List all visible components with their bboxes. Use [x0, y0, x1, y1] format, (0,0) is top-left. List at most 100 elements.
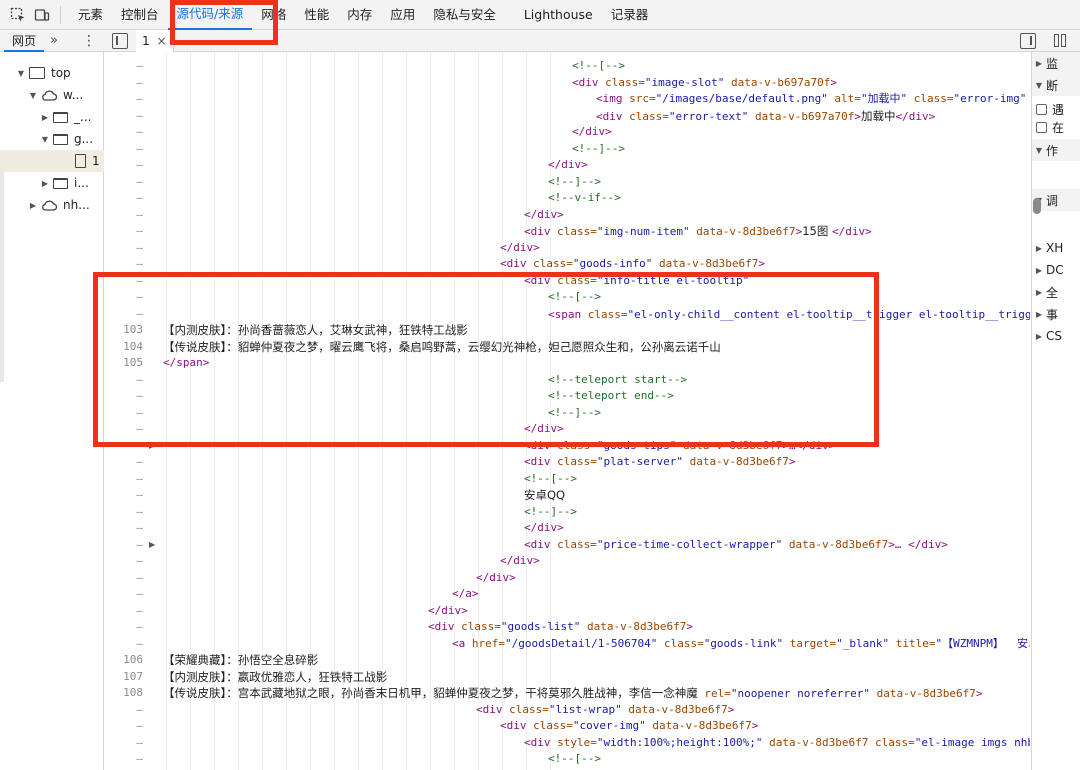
code-line: <!--]-->	[524, 504, 577, 521]
collapse-arrow-icon[interactable]: ▶	[40, 113, 50, 122]
sidebar-row[interactable]: ▶ 监	[1032, 52, 1080, 74]
code-token: class=	[461, 620, 501, 633]
sidebar-row[interactable]: ▶ DC	[1032, 259, 1080, 281]
panel-tab-5[interactable]: 内存	[338, 0, 381, 30]
code-token: <img	[596, 92, 630, 105]
collapse-arrow-icon[interactable]: ▶	[1032, 244, 1046, 253]
code-token: src=	[629, 92, 656, 105]
code-token: 【内测皮肤】：嬴政优雅恋人，狂铁特工战影	[163, 669, 388, 684]
code-token: class=	[657, 636, 704, 650]
code-token: data-v-8d3be6f7	[621, 702, 728, 716]
panel-tab-7[interactable]: 隐私与安全	[424, 0, 505, 30]
code-token: </div>	[548, 158, 588, 171]
code-token: "list-wrap"	[548, 702, 622, 716]
code-token: </div>	[428, 603, 468, 617]
fold-arrow-icon[interactable]: ▶	[149, 537, 155, 554]
panel-tab-1[interactable]: 控制台	[112, 0, 168, 30]
inspect-element-icon[interactable]	[6, 3, 30, 27]
collapse-arrow-icon[interactable]: ▶	[1032, 332, 1046, 341]
sources-header: 网页 » ⋮ 1 ×	[0, 30, 1080, 52]
expand-arrow-icon[interactable]: ▼	[40, 135, 50, 144]
checkbox[interactable]	[1036, 121, 1047, 133]
file-navigator: ▼ top ▼ w... ▶ _... ▼ g... 1 ▶ i... ▶ nh...	[0, 52, 104, 770]
tree-item[interactable]: ▶ i...	[0, 172, 104, 194]
tree-item-label: w...	[63, 88, 84, 102]
code-token: "/goodsDetail/1-506704"	[505, 636, 658, 650]
code-token: 加载中	[860, 108, 896, 123]
code-token: >	[854, 109, 861, 123]
panel-tab-6[interactable]: 应用	[381, 0, 424, 30]
code-token: 【传说皮肤】：宫本武藏地狱之眼，孙尚香末日机甲，貂蝉仲夏夜之梦，干将莫邪久胜战神…	[163, 686, 698, 700]
collapse-arrow-icon[interactable]: ▶	[40, 179, 50, 188]
tree-item-label: 1	[92, 154, 100, 168]
code-token: 15图	[802, 224, 832, 238]
tab-page[interactable]: 网页	[4, 30, 45, 52]
line-number: –	[136, 587, 143, 600]
sidebar-row-label: 全	[1046, 285, 1059, 300]
line-number: 108	[123, 686, 143, 699]
code-line: <div class="list-wrap" data-v-8d3be6f7>	[476, 702, 734, 719]
sidebar-row[interactable]: 在	[1032, 116, 1080, 138]
code-token: data-v-8d3be6f7	[782, 537, 889, 551]
toggle-debugger-sidebar-icon[interactable]	[1020, 33, 1036, 49]
code-line: </div>	[428, 603, 468, 620]
close-icon[interactable]: ×	[156, 34, 166, 48]
code-token: <div	[596, 109, 630, 123]
expand-arrow-icon[interactable]: ▼	[1032, 146, 1046, 155]
collapse-arrow-icon[interactable]: ▶	[1032, 59, 1046, 68]
collapse-arrow-icon[interactable]: ▶	[1032, 310, 1046, 319]
device-toolbar-icon[interactable]	[30, 3, 54, 27]
panel-tab-8[interactable]: Lighthouse	[515, 0, 602, 30]
code-token: <!--]-->	[572, 141, 625, 155]
sidebar-row[interactable]: ▶ CS	[1032, 325, 1080, 347]
code-line: 【荣耀典藏】：孙悟空全息碎影	[163, 652, 318, 669]
sidebar-row-label: 监	[1046, 56, 1059, 71]
checkbox[interactable]	[1036, 103, 1047, 115]
sidebar-row[interactable]: ▶ 事	[1032, 303, 1080, 325]
tree-item[interactable]: ▼ top	[0, 62, 104, 84]
more-tabs-button[interactable]: »	[50, 30, 58, 52]
code-line: <!--]-->	[572, 141, 625, 158]
code-token: title=	[889, 636, 936, 650]
panel-tab-0[interactable]: 元素	[69, 0, 112, 30]
panel-tab-9[interactable]: 记录器	[602, 0, 658, 30]
split-panel-icon[interactable]	[1054, 34, 1068, 48]
navigator-menu-button[interactable]: ⋮	[82, 30, 96, 52]
tree-item[interactable]: ▼ g...	[0, 128, 104, 150]
code-token: </div>	[476, 570, 516, 584]
code-token: "img-num-item"	[596, 225, 690, 238]
code-token: >	[727, 702, 735, 716]
code-token: class=	[557, 455, 597, 468]
sidebar-row[interactable]: ▼ 作	[1032, 139, 1080, 161]
expand-arrow-icon[interactable]: ▼	[1032, 81, 1046, 90]
editor-scrollbar-thumb[interactable]	[1033, 198, 1041, 214]
code-token: </div>	[500, 240, 540, 254]
panel-tab-4[interactable]: 性能	[295, 0, 338, 30]
tree-item[interactable]: 1	[0, 150, 104, 172]
code-token: <div	[524, 455, 558, 468]
tree-item[interactable]: ▶ _...	[0, 106, 104, 128]
code-line: <div class="image-slot" data-v-b697a70f>	[572, 75, 837, 92]
code-token: data-v-8d3be6f7	[689, 225, 796, 238]
code-line: </div>	[548, 157, 588, 174]
devtools-main-toolbar: 元素 控制台 源代码/来源 网络 性能 内存 应用 隐私与安全 Lighthouse 记录器	[0, 0, 1080, 30]
code-token: class=	[533, 719, 573, 732]
collapse-arrow-icon[interactable]: ▶	[1032, 266, 1046, 275]
collapse-arrow-icon[interactable]: ▶	[1032, 288, 1046, 297]
sidebar-row[interactable]: ▼ 断	[1032, 74, 1080, 96]
expand-arrow-icon[interactable]: ▼	[16, 69, 26, 78]
expand-arrow-icon[interactable]: ▼	[28, 91, 38, 100]
editor-file-tab[interactable]: 1 ×	[136, 30, 174, 52]
code-line: <!--[-->	[548, 751, 601, 768]
tree-item[interactable]: ▶ nh...	[0, 194, 104, 216]
toggle-navigator-icon[interactable]	[112, 33, 128, 49]
code-token: "noopener noreferrer"	[730, 687, 870, 700]
sidebar-row[interactable]: ▶ 全	[1032, 281, 1080, 303]
sidebar-row[interactable]: ▶ XH	[1032, 237, 1080, 259]
code-token: "【WZMNPM】 安卓QQ 可二	[935, 636, 1031, 650]
code-token: <div	[500, 719, 534, 732]
tree-item[interactable]: ▼ w...	[0, 84, 104, 106]
line-number: –	[136, 702, 143, 716]
panel-tabs: 元素 控制台 源代码/来源 网络 性能 内存 应用 隐私与安全 Lighthouse 记录器	[69, 0, 657, 30]
collapse-arrow-icon[interactable]: ▶	[28, 201, 38, 210]
